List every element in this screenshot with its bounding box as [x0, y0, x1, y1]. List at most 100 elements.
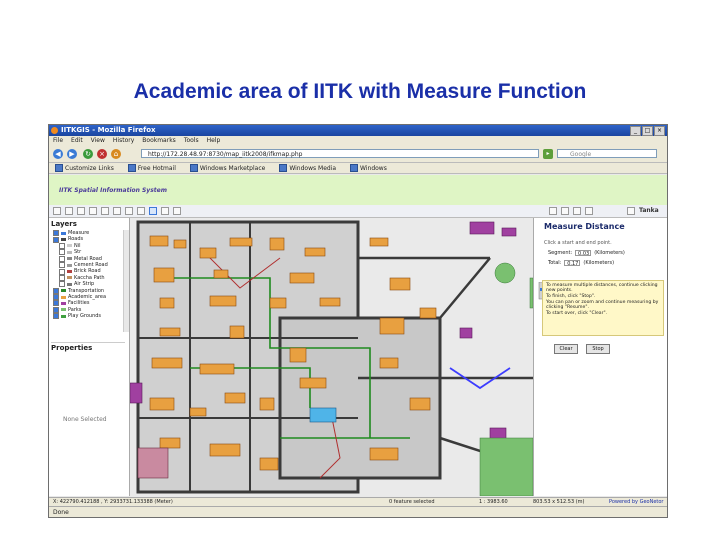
bookmark-item[interactable]: Windows Marketplace [189, 163, 265, 173]
layer-checkbox[interactable] [59, 249, 65, 256]
total-row: Total: 0.17 (Kilometers) [548, 260, 615, 267]
select-icon[interactable] [113, 207, 121, 215]
layer-checkbox[interactable] [53, 300, 59, 307]
left-panel: Layers Measure Roads Nil Str Metal Road … [49, 218, 130, 496]
layer-checkbox[interactable] [53, 287, 59, 294]
layer-checkbox[interactable] [53, 306, 59, 313]
maximize-button[interactable]: □ [642, 126, 653, 136]
forward-icon[interactable]: ▶ [67, 149, 77, 159]
powered-by-link[interactable]: Powered by GeoNetor [609, 499, 663, 505]
layer-checkbox[interactable] [59, 281, 65, 288]
layer-swatch [61, 301, 66, 305]
search-input[interactable]: Google [557, 149, 657, 158]
settings-icon[interactable] [549, 207, 557, 215]
menu-help[interactable]: Help [207, 136, 221, 146]
app-banner: IITK Spatial Information System [49, 175, 667, 205]
total-unit: (Kilometers) [583, 260, 615, 266]
bookmark-item[interactable]: Free Hotmail [127, 163, 176, 173]
segment-unit: (Kilometers) [594, 250, 625, 256]
measure-icon[interactable] [149, 207, 157, 215]
menu-view[interactable]: View [91, 136, 105, 146]
browser-window: IITKGIS - Mozilla Firefox _ □ × File Edi… [48, 124, 668, 518]
menu-bookmarks[interactable]: Bookmarks [142, 136, 176, 146]
layer-swatch [67, 263, 72, 267]
campus-map[interactable] [130, 218, 533, 496]
bookmark-item[interactable]: Customize Links [55, 163, 114, 173]
layers-heading: Layers [51, 220, 77, 228]
buffer-icon[interactable] [137, 207, 145, 215]
print-icon[interactable] [161, 207, 169, 215]
back-extent-icon[interactable] [561, 207, 569, 215]
layers-scrollbar[interactable] [123, 230, 129, 332]
zoom-full-icon[interactable] [77, 207, 85, 215]
layer-swatch [67, 270, 72, 274]
bookmark-item[interactable]: Windows [350, 163, 387, 173]
map-toolbar: Tanka [49, 205, 667, 218]
measure-instruction: Click a start and end point. [544, 240, 612, 246]
identify-icon[interactable] [101, 207, 109, 215]
clear-button[interactable]: Clear [554, 344, 578, 354]
brand-icon [627, 207, 635, 215]
zoom-in-icon[interactable] [53, 207, 61, 215]
home-icon[interactable]: ⌂ [111, 149, 121, 159]
bookmark-item[interactable]: Windows Media [279, 163, 336, 173]
total-value: 0.17 [564, 260, 581, 267]
layer-swatch [67, 276, 72, 280]
layer-checkbox[interactable] [59, 274, 65, 281]
layer-swatch [61, 238, 66, 242]
tip-item: To start over, click "Clear". [546, 311, 608, 316]
stop-button[interactable]: Stop [586, 344, 610, 354]
layer-swatch [61, 314, 66, 318]
layer-checkbox[interactable] [59, 268, 65, 275]
page-icon [279, 164, 288, 172]
stop-icon[interactable]: × [97, 149, 107, 159]
forward-extent-icon[interactable] [573, 207, 581, 215]
navigation-toolbar: ◀ ▶ ↻ × ⌂ http://172.28.48.97:8730/map_i… [49, 146, 667, 163]
menu-history[interactable]: History [113, 136, 134, 146]
map-scale: 1 : 3983.60 [479, 499, 508, 505]
layer-swatch [67, 257, 72, 261]
layer-checkbox[interactable] [53, 313, 59, 320]
slide-title: Academic area of IITK with Measure Funct… [133, 80, 587, 103]
layer-checkbox[interactable] [59, 262, 65, 269]
reload-icon[interactable]: ↻ [83, 149, 93, 159]
menu-file[interactable]: File [53, 136, 63, 146]
coordinates-readout: X: 422790.412188 , Y: 2933731.133388 (Me… [53, 499, 173, 505]
measure-panel: Measure Distance Click a start and end p… [533, 218, 667, 496]
pan-icon[interactable] [89, 207, 97, 215]
firefox-icon [51, 127, 58, 134]
map-extent-size: 803.53 x 512.53 (m) [533, 499, 585, 505]
layer-checkbox[interactable] [53, 236, 59, 243]
layer-checkbox[interactable] [59, 255, 65, 262]
page-icon [189, 164, 198, 172]
zoom-out-icon[interactable] [65, 207, 73, 215]
measure-tips: To measure multiple distances, continue … [542, 280, 664, 336]
properties-heading: Properties [51, 342, 125, 352]
layer-swatch [61, 295, 66, 299]
menu-bar: File Edit View History Bookmarks Tools H… [49, 136, 667, 146]
legend-icon[interactable] [173, 207, 181, 215]
query-icon[interactable] [125, 207, 133, 215]
back-icon[interactable]: ◀ [53, 149, 63, 159]
menu-edit[interactable]: Edit [71, 136, 83, 146]
measure-heading: Measure Distance [544, 222, 625, 231]
layer-checkbox[interactable] [53, 294, 59, 301]
url-input[interactable]: http://172.28.48.97:8730/map_iitk2008/if… [141, 149, 539, 158]
go-button[interactable]: ▸ [543, 149, 553, 159]
page-icon [127, 164, 136, 172]
minimize-button[interactable]: _ [630, 126, 641, 136]
map-canvas[interactable] [130, 218, 533, 496]
close-button[interactable]: × [654, 126, 665, 136]
layer-item-play-grounds[interactable]: Play Grounds [53, 313, 108, 320]
menu-tools[interactable]: Tools [184, 136, 199, 146]
layer-checkbox[interactable] [53, 230, 59, 237]
layer-swatch [67, 282, 72, 286]
title-bar: IITKGIS - Mozilla Firefox _ □ × [49, 125, 667, 136]
tip-item: You can pan or zoom and continue measuri… [546, 300, 659, 310]
layer-checkbox[interactable] [59, 242, 65, 249]
help-icon[interactable] [585, 207, 593, 215]
page-icon [55, 164, 63, 172]
layer-list: Measure Roads Nil Str Metal Road Cement … [53, 230, 108, 320]
browser-status-bar: Done [49, 506, 667, 517]
map-status-bar: X: 422790.412188 , Y: 2933731.133388 (Me… [49, 497, 667, 506]
